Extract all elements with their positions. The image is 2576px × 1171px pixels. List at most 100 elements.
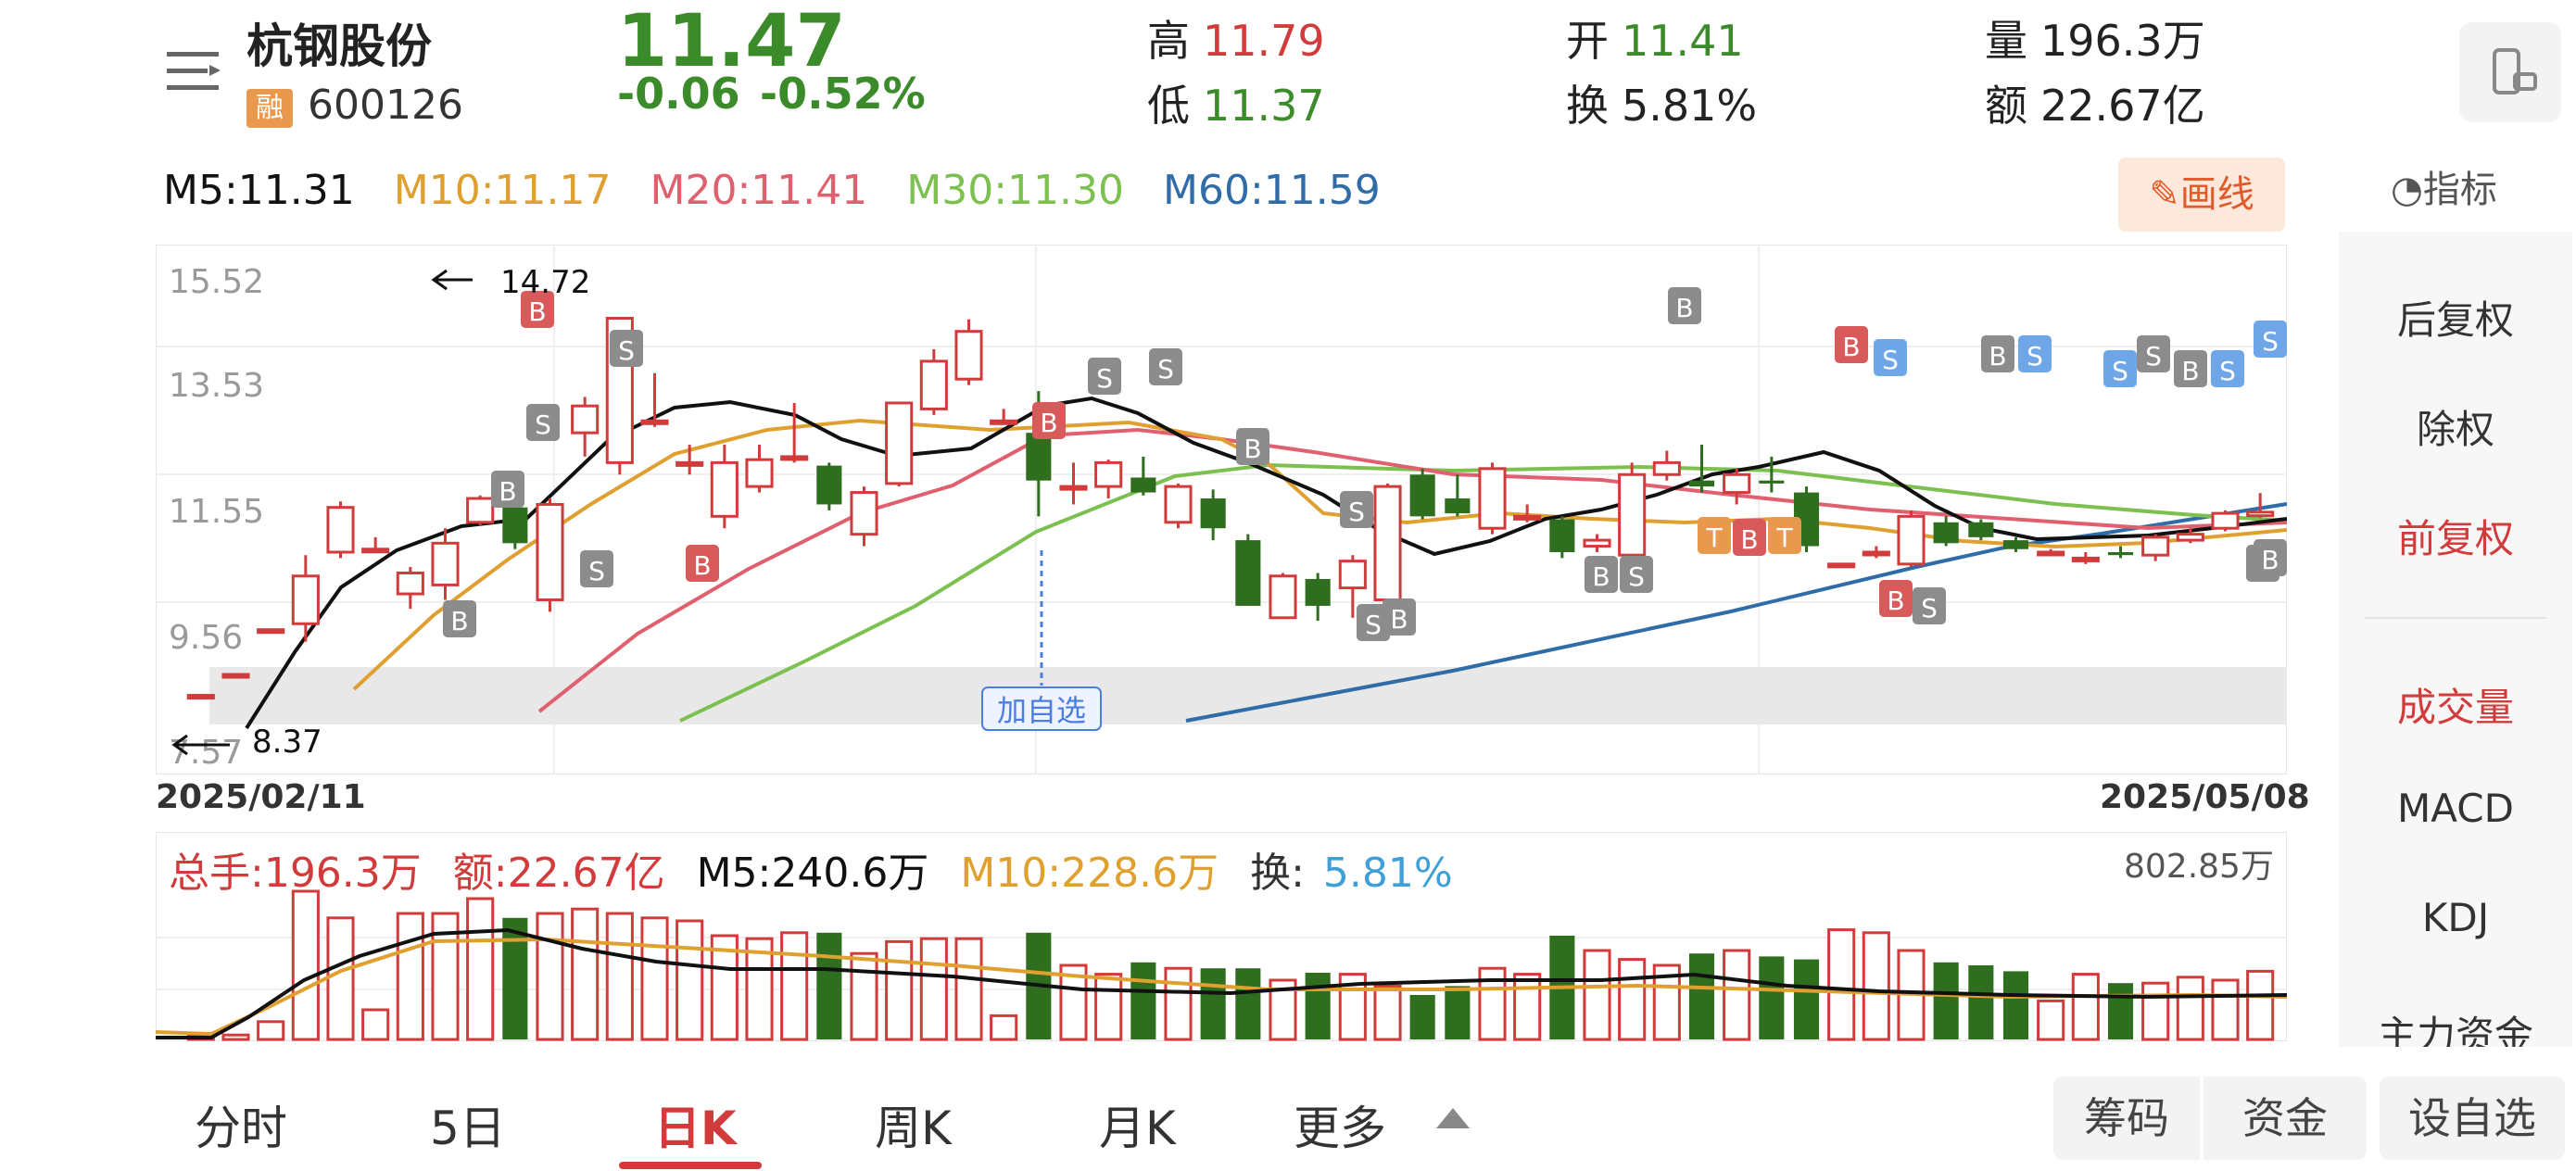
- tab-5day[interactable]: 5日: [430, 1091, 506, 1158]
- candle-body: [2141, 535, 2170, 557]
- trade-marker: S: [1913, 587, 1946, 624]
- trade-marker-letter: B: [1887, 586, 1904, 616]
- add-to-watchlist-button[interactable]: 设自选: [2380, 1077, 2565, 1160]
- trade-marker-letter: S: [535, 409, 551, 440]
- trade-marker: B: [1981, 335, 2014, 372]
- y-tick: 15.52: [169, 263, 264, 301]
- volume-bar: [2071, 973, 2100, 1041]
- trade-marker-letter: S: [588, 556, 605, 586]
- volume-bar: [1305, 973, 1331, 1039]
- volume-bar: [1688, 953, 1715, 1039]
- volume-bar: [2107, 983, 2134, 1039]
- indicator-volume[interactable]: 成交量: [2339, 676, 2572, 733]
- candle-body: [1338, 560, 1367, 590]
- moving-average-legend: M5:11.31 M10:11.17 M20:11.41 M30:11.30 M…: [163, 167, 1407, 214]
- caret-up-icon[interactable]: [1436, 1108, 1470, 1128]
- tab-weekly-k[interactable]: 周K: [875, 1091, 952, 1158]
- candle-body: [850, 491, 878, 536]
- draw-line-label: 画线: [2179, 173, 2254, 216]
- volume-bar: [1513, 973, 1542, 1041]
- trade-marker-letter: S: [1921, 593, 1938, 623]
- candle-body: [1549, 519, 1575, 552]
- volume-bar: [1094, 973, 1123, 1041]
- ma60-value: M60:11.59: [1163, 167, 1381, 214]
- draw-line-button[interactable]: ✎画线: [2118, 157, 2285, 232]
- volume-bar: [257, 1020, 285, 1041]
- volume-bar: [1235, 968, 1261, 1039]
- trade-marker-letter: B: [1592, 561, 1610, 592]
- volume-total: 总手:196.3万: [169, 850, 422, 897]
- rotate-phone-icon: [2493, 48, 2537, 94]
- candle-body: [1164, 485, 1193, 524]
- indicator-kdj[interactable]: KDJ: [2339, 895, 2572, 940]
- menu-icon[interactable]: [165, 46, 222, 98]
- trade-marker-letter: S: [1157, 354, 1174, 384]
- chips-button[interactable]: 筹码: [2053, 1077, 2200, 1160]
- funds-button[interactable]: 资金: [2203, 1077, 2367, 1160]
- price-change: -0.06: [617, 69, 740, 119]
- candlestick-chart[interactable]: 15.52 13.53 11.55 9.56 7.57 BBBSSSBSBSBS…: [156, 245, 2287, 774]
- candle-body: [1897, 514, 1926, 566]
- volume-bar: [919, 937, 948, 1041]
- amount-value: 22.67亿: [2040, 81, 2205, 131]
- option-back-adjusted[interactable]: 后复权: [2339, 289, 2572, 346]
- quote-turnover: 换 5.81%: [1566, 72, 1757, 133]
- high-label: 高: [1147, 16, 1190, 66]
- turnover-value: 5.81%: [1622, 81, 1758, 131]
- candle-body: [1409, 474, 1435, 517]
- candle-body: [571, 404, 600, 434]
- trade-marker-letter: B: [1040, 408, 1057, 438]
- candle: [1549, 516, 1575, 559]
- candle-body: [2002, 540, 2029, 549]
- candle-body: [1235, 540, 1261, 606]
- volume-bar: [1200, 968, 1226, 1039]
- volume-label: 量: [1985, 16, 2027, 66]
- trade-marker-letter: B: [499, 476, 516, 507]
- ma30-value: M30:11.30: [906, 167, 1124, 214]
- quote-low: 低 11.37: [1147, 72, 1325, 133]
- indicator-main-funds[interactable]: 主力资金: [2339, 1004, 2572, 1047]
- trade-marker-letter: T: [1775, 523, 1793, 553]
- volume-value: 196.3万: [2040, 16, 2205, 66]
- trade-marker-letter: B: [1740, 524, 1758, 555]
- trade-marker: B: [443, 600, 476, 637]
- trade-marker-letter: S: [2027, 341, 2043, 371]
- price-change-percent: -0.52%: [760, 69, 926, 119]
- indicator-macd[interactable]: MACD: [2339, 786, 2572, 831]
- tab-monthly-k[interactable]: 月K: [1099, 1091, 1176, 1158]
- tab-daily-k[interactable]: 日K: [654, 1091, 737, 1158]
- trade-marker: B: [2174, 350, 2207, 387]
- candle-body: [1688, 480, 1715, 487]
- volume-bar: [1373, 984, 1402, 1041]
- indicator-button[interactable]: ◔指标: [2391, 159, 2497, 213]
- trade-marker: S: [1149, 348, 1182, 385]
- active-tab-indicator: [619, 1162, 762, 1169]
- volume-bar: [780, 931, 809, 1041]
- gauge-icon: ◔: [2391, 169, 2423, 211]
- volume-bar: [1583, 949, 1611, 1041]
- pencil-icon: ✎: [2149, 173, 2180, 216]
- landscape-toggle-button[interactable]: [2459, 22, 2561, 122]
- candle-body: [221, 673, 250, 679]
- trade-marker: S: [2254, 321, 2287, 358]
- candle-body: [2037, 550, 2065, 557]
- trade-marker: B: [1668, 287, 1701, 324]
- tab-intraday[interactable]: 分时: [195, 1091, 287, 1158]
- option-forward-adjusted[interactable]: 前复权: [2339, 508, 2572, 564]
- y-tick: 13.53: [169, 367, 264, 405]
- trade-marker-letter: B: [2181, 356, 2199, 386]
- option-ex-rights[interactable]: 除权: [2339, 398, 2572, 455]
- candle-body: [502, 507, 528, 544]
- tab-more[interactable]: 更多: [1294, 1091, 1386, 1158]
- candle-body: [1933, 522, 1959, 544]
- volume-bar: [1618, 958, 1647, 1041]
- trade-marker: T: [1768, 517, 1801, 554]
- trade-marker-letter: S: [1365, 610, 1382, 640]
- quote-open: 开 11.41: [1566, 7, 1744, 69]
- candle-body: [676, 460, 704, 467]
- indicator-label: 指标: [2422, 169, 2497, 211]
- volume-turnover: 5.81%: [1322, 850, 1453, 897]
- volume-bar: [2141, 981, 2170, 1041]
- ma20-value: M20:11.41: [650, 167, 868, 214]
- candle: [1164, 483, 1193, 529]
